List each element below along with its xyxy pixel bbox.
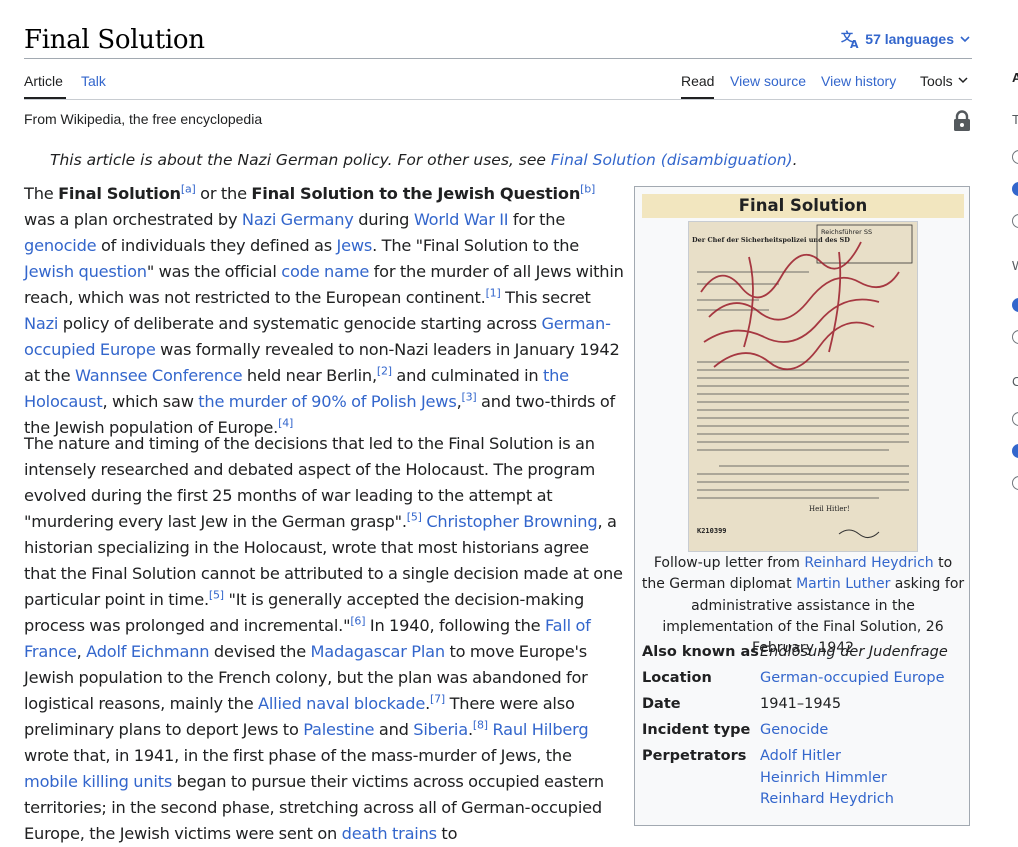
link-hilberg[interactable]: Raul Hilberg (492, 720, 588, 739)
radio-option-selected[interactable] (1012, 298, 1018, 312)
link-perpetrator[interactable]: Reinhard Heydrich (760, 789, 894, 811)
bold-term: Final Solution (58, 184, 181, 203)
footnote-ref[interactable]: [1] (486, 287, 501, 300)
infobox-value: Endlösung der Judenfrage (760, 644, 948, 660)
languages-label: 57 languages (865, 31, 954, 47)
footnote-ref[interactable]: [5] (209, 589, 224, 602)
link-jewish-question[interactable]: Jewish question (24, 262, 147, 281)
infobox-title: Final Solution (642, 194, 964, 218)
footnote-ref[interactable]: [4] (278, 417, 293, 430)
disambiguation-link[interactable]: Final Solution (disambiguation) (551, 151, 793, 169)
radio-option[interactable] (1012, 412, 1018, 426)
link-palestine[interactable]: Palestine (303, 720, 374, 739)
infobox-label: Perpetrators (642, 748, 747, 764)
page-title: Final Solution (24, 25, 205, 55)
link-ww2[interactable]: World War II (414, 210, 509, 229)
radio-option[interactable] (1012, 330, 1018, 344)
link-jews[interactable]: Jews (337, 236, 373, 255)
link-code-name[interactable]: code name (281, 262, 369, 281)
infobox-label: Date (642, 696, 681, 712)
link-genocide[interactable]: genocide (24, 236, 97, 255)
tabs-divider (24, 99, 972, 100)
tab-talk[interactable]: Talk (81, 72, 106, 90)
letter-number: K210399 (697, 527, 727, 535)
link-mobile-killing-units[interactable]: mobile killing units (24, 772, 172, 791)
title-divider (24, 58, 972, 59)
svg-text:A: A (850, 38, 859, 49)
infobox-value: 1941–1945 (760, 696, 842, 712)
footnote-ref[interactable]: [5] (407, 511, 422, 524)
radio-option-selected[interactable] (1012, 182, 1018, 196)
tools-menu[interactable]: Tools (920, 72, 969, 90)
letter-image[interactable]: Der Chef der Sicherheitspolizei und des … (688, 221, 918, 552)
languages-button[interactable]: 文 A 57 languages (841, 29, 972, 49)
link-heydrich[interactable]: Reinhard Heydrich (804, 555, 933, 571)
footnote-ref[interactable]: [3] (462, 391, 477, 404)
hatnote-text: This article is about the Nazi German po… (50, 151, 551, 169)
tab-view-history[interactable]: View history (821, 72, 896, 90)
radio-option[interactable] (1012, 476, 1018, 490)
radio-option[interactable] (1012, 214, 1018, 228)
link-siberia[interactable]: Siberia (413, 720, 468, 739)
footnote-ref[interactable]: [7] (430, 693, 445, 706)
link-perpetrator[interactable]: Adolf Hitler (760, 746, 894, 768)
footnote-ref[interactable]: [6] (350, 615, 365, 628)
lock-icon[interactable] (952, 110, 972, 132)
footnote-ref[interactable]: [a] (181, 183, 196, 196)
infobox-label: Incident type (642, 722, 751, 738)
link-death-trains[interactable]: death trains (342, 824, 437, 843)
tab-view-source[interactable]: View source (730, 72, 806, 90)
link-martin-luther[interactable]: Martin Luther (796, 576, 890, 592)
link-naval-blockade[interactable]: Allied naval blockade (258, 694, 425, 713)
link-eichmann[interactable]: Adolf Eichmann (86, 642, 209, 661)
chevron-down-icon (958, 32, 972, 46)
tab-article[interactable]: Article (24, 72, 63, 90)
link-incident-type[interactable]: Genocide (760, 720, 828, 742)
chevron-down-icon (957, 72, 969, 90)
footnote-ref[interactable]: [2] (377, 365, 392, 378)
link-wannsee[interactable]: Wannsee Conference (75, 366, 243, 385)
link-madagascar-plan[interactable]: Madagascar Plan (311, 642, 446, 661)
radio-option-selected[interactable] (1012, 444, 1018, 458)
infobox-label: Location (642, 670, 712, 686)
tools-label: Tools (920, 73, 953, 89)
paragraph-intro: The Final Solution[a] or the Final Solut… (24, 182, 624, 437)
hatnote: This article is about the Nazi German po… (50, 149, 970, 171)
link-murder-polish-jews[interactable]: the murder of 90% of Polish Jews (198, 392, 456, 411)
panel-section-label: W (1012, 258, 1018, 273)
panel-section-label: T (1012, 112, 1018, 127)
footnote-ref[interactable]: [8] (473, 719, 488, 732)
radio-option[interactable] (1012, 150, 1018, 164)
link-nazi[interactable]: Nazi (24, 314, 58, 333)
panel-heading: A (1012, 70, 1018, 85)
bold-term: Final Solution to the Jewish Question (251, 184, 581, 203)
letter-signoff: Heil Hitler! (809, 505, 850, 513)
infobox: Final Solution Der Chef der Sicherheitsp… (634, 186, 970, 826)
link-browning[interactable]: Christopher Browning (426, 512, 597, 531)
link-nazi-germany[interactable]: Nazi Germany (242, 210, 354, 229)
infobox-label: Also known as (642, 644, 759, 660)
link-perpetrator[interactable]: Heinrich Himmler (760, 768, 894, 790)
footnote-ref[interactable]: [b] (580, 183, 595, 196)
translate-icon: 文 A (841, 29, 861, 49)
panel-section-label: C (1012, 374, 1018, 389)
hatnote-end: . (792, 151, 798, 169)
tagline: From Wikipedia, the free encyclopedia (24, 111, 263, 127)
letter-stamp: Reichsführer SS (821, 228, 872, 236)
letter-header: Der Chef der Sicherheitspolizei und des … (692, 236, 850, 244)
appearance-panel: A T W C (1008, 60, 1018, 820)
link-location[interactable]: German-occupied Europe (760, 668, 945, 690)
paragraph-history: The nature and timing of the decisions t… (24, 434, 623, 843)
tab-read[interactable]: Read (681, 72, 714, 90)
